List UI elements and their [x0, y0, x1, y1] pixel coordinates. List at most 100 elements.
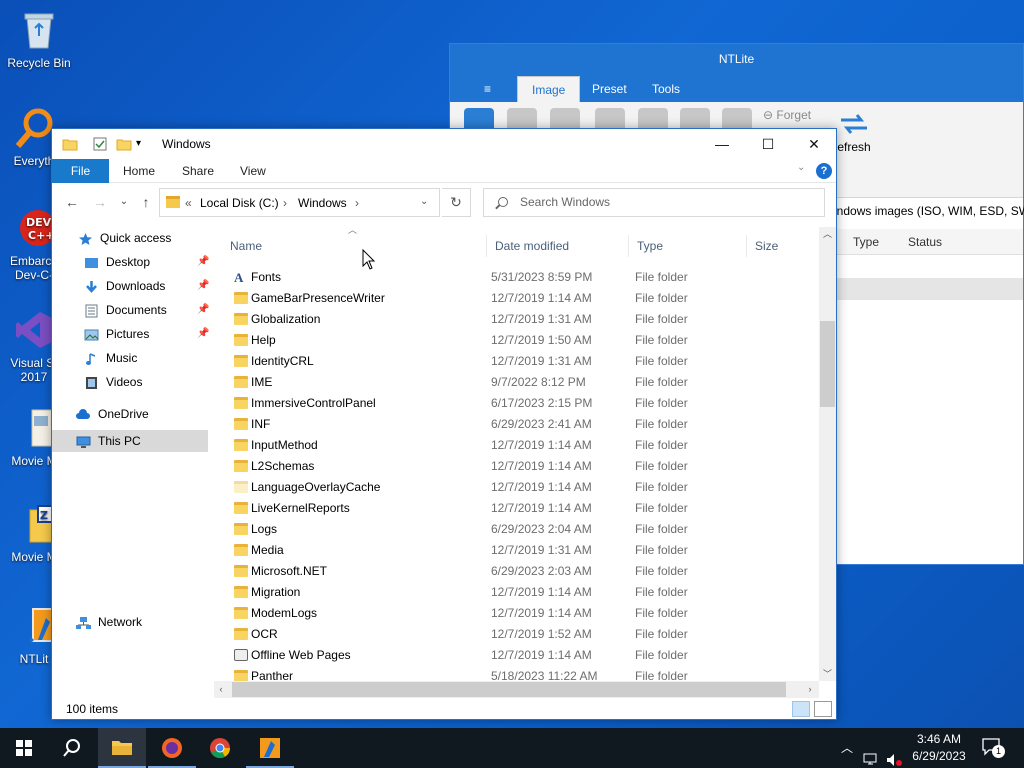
- table-row[interactable]: INF 6/29/2023 2:41 AM File folder: [222, 414, 818, 435]
- taskbar-firefox[interactable]: [148, 728, 196, 768]
- start-button[interactable]: [0, 728, 48, 768]
- item-count: 100 items: [66, 702, 119, 716]
- taskbar-chrome[interactable]: [196, 728, 244, 768]
- minimize-button[interactable]: —: [699, 129, 745, 159]
- nav-onedrive[interactable]: OneDrive: [76, 403, 208, 425]
- ntlite-col-type[interactable]: Type: [853, 235, 879, 249]
- horizontal-scrollbar[interactable]: ‹ ›: [214, 681, 819, 698]
- table-row[interactable]: Migration 12/7/2019 1:14 AM File folder: [222, 582, 818, 603]
- breadcrumb-local-disk[interactable]: Local Disk (C:): [200, 196, 279, 210]
- folder-icon: [234, 418, 248, 430]
- scrollbar-thumb[interactable]: [232, 682, 786, 697]
- ntlite-menu-button[interactable]: ≡: [470, 76, 505, 102]
- address-overflow[interactable]: «: [185, 196, 192, 210]
- network-icon[interactable]: [862, 740, 880, 768]
- large-icons-view-icon[interactable]: [814, 701, 832, 717]
- table-row[interactable]: IME 9/7/2022 8:12 PM File folder: [222, 372, 818, 393]
- table-row[interactable]: LanguageOverlayCache 12/7/2019 1:14 AM Fil…: [222, 477, 818, 498]
- search-input[interactable]: [520, 195, 810, 209]
- ntlite-col-status[interactable]: Status: [908, 235, 942, 249]
- table-row[interactable]: GameBarPresenceWriter 12/7/2019 1:14 AM Fi…: [222, 288, 818, 309]
- recycle-bin-icon: [17, 8, 61, 52]
- table-row[interactable]: Help 12/7/2019 1:50 AM File folder: [222, 330, 818, 351]
- table-row[interactable]: A Fonts 5/31/2023 8:59 PM File folder: [222, 267, 818, 288]
- address-bar[interactable]: « Local Disk (C:) › Windows › ⌄: [159, 188, 440, 217]
- column-header-size[interactable]: Size: [747, 235, 817, 257]
- details-view-icon[interactable]: [792, 701, 810, 717]
- column-header-name[interactable]: Name: [222, 235, 487, 257]
- scroll-left-icon[interactable]: ‹: [214, 681, 228, 698]
- table-row[interactable]: Microsoft.NET 6/29/2023 2:03 AM File folde…: [222, 561, 818, 582]
- tab-file[interactable]: File: [52, 159, 109, 183]
- scroll-down-icon[interactable]: ﹀: [819, 667, 836, 681]
- address-dropdown-chevron-icon[interactable]: ⌄: [420, 196, 428, 207]
- close-button[interactable]: ✕: [791, 129, 836, 159]
- ntlite-tab-preset[interactable]: Preset: [578, 76, 641, 102]
- ntlite-tab-image[interactable]: Image: [517, 76, 581, 102]
- forward-arrow-icon[interactable]: →: [90, 192, 110, 212]
- show-hidden-icons-chevron-icon[interactable]: ︿: [840, 739, 854, 768]
- nav-pictures[interactable]: Pictures 📌: [84, 323, 209, 345]
- table-row[interactable]: Globalization 12/7/2019 1:31 AM File folde…: [222, 309, 818, 330]
- nav-music[interactable]: Music: [84, 347, 208, 369]
- search-box[interactable]: [483, 188, 825, 217]
- font-folder-icon: A: [234, 270, 244, 285]
- table-row[interactable]: Offline Web Pages 12/7/2019 1:14 AM File f…: [222, 645, 818, 666]
- customize-toolbar-icon[interactable]: ▾: [136, 136, 152, 152]
- file-explorer-window[interactable]: ▾ Windows — ☐ ✕ File Home Share View ⌄ ?…: [51, 128, 837, 720]
- tab-home[interactable]: Home: [111, 159, 167, 183]
- table-row[interactable]: OCR 12/7/2019 1:52 AM File folder: [222, 624, 818, 645]
- table-row[interactable]: Media 12/7/2019 1:31 AM File folder: [222, 540, 818, 561]
- ntlite-titlebar[interactable]: NTLite: [450, 44, 1023, 74]
- recent-locations-chevron-icon[interactable]: ⌄: [114, 192, 134, 212]
- nav-quick-access[interactable]: Quick access: [78, 227, 208, 249]
- table-row[interactable]: LiveKernelReports 12/7/2019 1:14 AM File f…: [222, 498, 818, 519]
- table-row[interactable]: ModemLogs 12/7/2019 1:14 AM File folder: [222, 603, 818, 624]
- table-row[interactable]: IdentityCRL 12/7/2019 1:31 AM File folder: [222, 351, 818, 372]
- refresh-button[interactable]: efresh: [834, 108, 874, 154]
- table-row[interactable]: Logs 6/29/2023 2:04 AM File folder: [222, 519, 818, 540]
- forget-button[interactable]: ⊖ Forget: [763, 108, 811, 122]
- file-date-modified: 12/7/2019 1:31 AM: [491, 354, 592, 368]
- column-header-type[interactable]: Type: [629, 235, 747, 257]
- taskbar-ntlite[interactable]: [246, 728, 294, 768]
- properties-icon[interactable]: [92, 136, 108, 152]
- file-type: File folder: [635, 564, 688, 578]
- column-header-date-modified[interactable]: Date modified: [487, 235, 629, 257]
- vertical-scrollbar[interactable]: ︿ ﹀: [819, 227, 836, 681]
- taskbar-file-explorer[interactable]: [98, 728, 146, 768]
- scroll-right-icon[interactable]: ›: [803, 681, 817, 698]
- refresh-button[interactable]: ↻: [442, 188, 471, 217]
- action-center-button[interactable]: 1: [982, 738, 1006, 768]
- breadcrumb-windows[interactable]: Windows: [298, 196, 347, 210]
- desktop-icon-recycle-bin[interactable]: Recycle Bin: [1, 8, 77, 70]
- up-arrow-icon[interactable]: ↑: [136, 192, 156, 212]
- nav-network[interactable]: Network: [76, 611, 208, 633]
- mouse-cursor-icon: [362, 249, 376, 270]
- explorer-titlebar[interactable]: ▾ Windows — ☐ ✕: [52, 129, 836, 159]
- nav-documents[interactable]: Documents 📌: [84, 299, 209, 321]
- nav-desktop[interactable]: Desktop 📌: [84, 251, 209, 273]
- help-icon[interactable]: ?: [816, 163, 832, 179]
- breadcrumb-separator-icon[interactable]: ›: [355, 196, 359, 210]
- expand-ribbon-icon[interactable]: ⌄: [797, 162, 805, 173]
- scrollbar-thumb[interactable]: [820, 321, 835, 407]
- tab-view[interactable]: View: [228, 159, 278, 183]
- nav-this-pc[interactable]: This PC: [52, 430, 208, 452]
- maximize-button[interactable]: ☐: [745, 129, 791, 159]
- file-date-modified: 6/29/2023 2:03 AM: [491, 564, 592, 578]
- taskbar-search-button[interactable]: [48, 728, 96, 768]
- scroll-up-icon[interactable]: ︿: [819, 227, 836, 241]
- tab-share[interactable]: Share: [170, 159, 226, 183]
- breadcrumb-separator-icon[interactable]: ›: [283, 196, 287, 210]
- nav-videos[interactable]: Videos: [84, 371, 208, 393]
- ntlite-tab-tools[interactable]: Tools: [638, 76, 694, 102]
- table-row[interactable]: ImmersiveControlPanel 6/17/2023 2:15 PM Fi…: [222, 393, 818, 414]
- table-row[interactable]: L2Schemas 12/7/2019 1:14 AM File folder: [222, 456, 818, 477]
- table-row[interactable]: InputMethod 12/7/2019 1:14 AM File folder: [222, 435, 818, 456]
- clock[interactable]: 3:46 AM 6/29/2023: [900, 731, 978, 765]
- new-folder-icon[interactable]: [116, 136, 132, 152]
- back-arrow-icon[interactable]: ←: [62, 192, 82, 212]
- nav-downloads[interactable]: Downloads 📌: [84, 275, 209, 297]
- refresh-label: efresh: [837, 140, 871, 154]
